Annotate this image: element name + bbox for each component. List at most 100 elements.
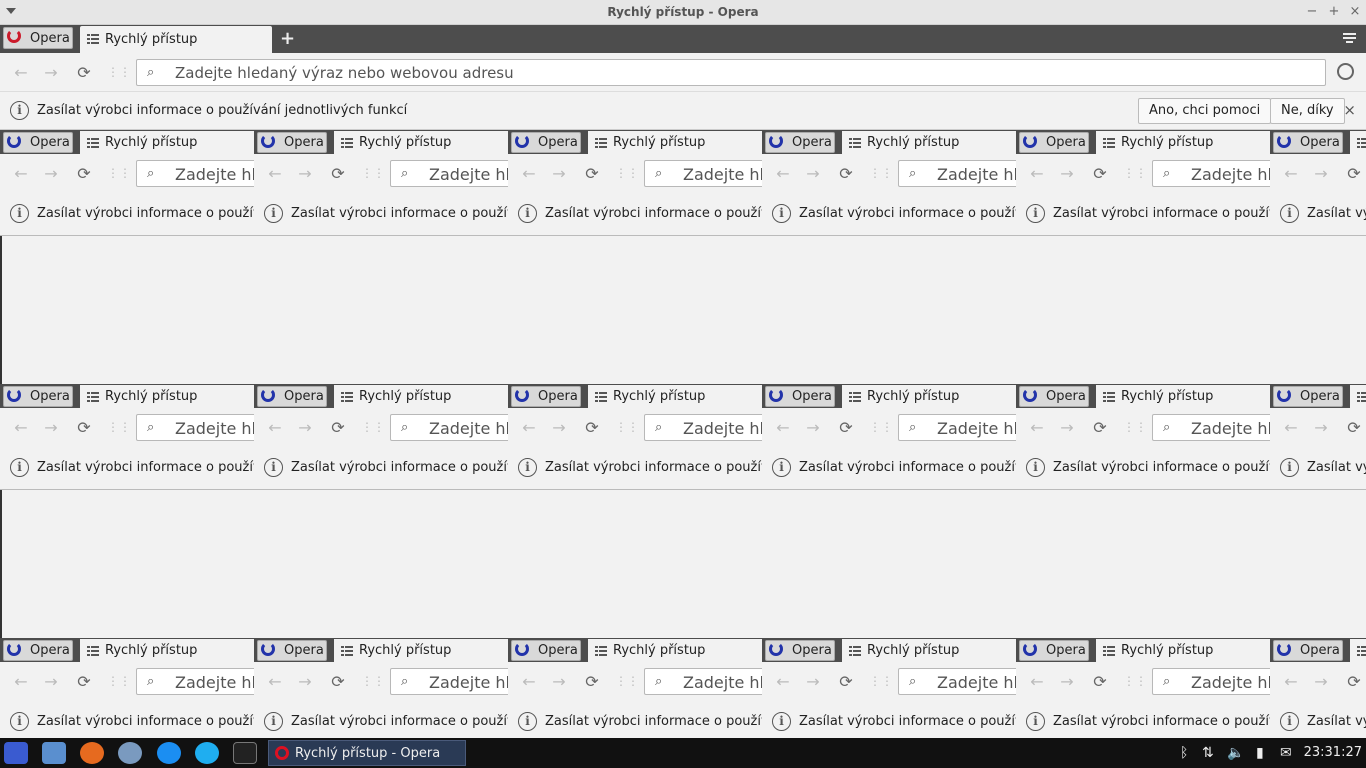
tab-speed-dial[interactable]: Rychlý přístup [1350, 639, 1366, 662]
opera-menu-button[interactable]: Opera [257, 386, 327, 407]
opera-menu-button[interactable]: Opera [511, 132, 581, 153]
accept-button[interactable]: Ano, chci pomoci [1138, 98, 1272, 124]
speed-dial-nav-icon[interactable]: ⋮⋮ [107, 65, 131, 79]
forward-button[interactable]: → [41, 63, 61, 82]
forward-button[interactable]: → [549, 418, 569, 437]
network-icon[interactable]: ⇅ [1202, 745, 1214, 761]
address-bar[interactable]: ⌕ Zadejte hle [136, 668, 254, 695]
back-button[interactable]: ← [1281, 418, 1301, 437]
back-button[interactable]: ← [519, 672, 539, 691]
reload-button[interactable]: ⟳ [1090, 164, 1110, 183]
reload-button[interactable]: ⟳ [836, 672, 856, 691]
reload-button[interactable]: ⟳ [1344, 164, 1364, 183]
opera-menu-button[interactable]: Opera [1019, 640, 1089, 661]
speed-dial-nav-icon[interactable]: ⋮⋮ [107, 674, 131, 688]
forward-button[interactable]: → [295, 418, 315, 437]
back-button[interactable]: ← [773, 418, 793, 437]
opera-menu-button[interactable]: Opera [1273, 132, 1343, 153]
reload-button[interactable]: ⟳ [74, 63, 94, 82]
speed-dial-nav-icon[interactable]: ⋮⋮ [1123, 420, 1147, 434]
opera-menu-button[interactable]: Opera [257, 132, 327, 153]
thunderbird-icon[interactable] [118, 742, 142, 764]
tab-speed-dial[interactable]: Rychlý přístup [334, 639, 508, 662]
forward-button[interactable]: → [549, 672, 569, 691]
back-button[interactable]: ← [1281, 164, 1301, 183]
reload-button[interactable]: ⟳ [836, 418, 856, 437]
back-button[interactable]: ← [11, 418, 31, 437]
back-button[interactable]: ← [1027, 672, 1047, 691]
opera-menu-button[interactable]: Opera [511, 640, 581, 661]
tab-speed-dial[interactable]: Rychlý přístup [80, 639, 254, 662]
speed-dial-nav-icon[interactable]: ⋮⋮ [869, 420, 893, 434]
reload-button[interactable]: ⟳ [328, 672, 348, 691]
opera-menu-button[interactable]: Opera [1273, 386, 1343, 407]
back-button[interactable]: ← [265, 164, 285, 183]
reload-button[interactable]: ⟳ [1344, 672, 1364, 691]
battery-icon[interactable]: ▮ [1256, 745, 1264, 761]
account-icon[interactable] [1337, 63, 1354, 80]
address-bar[interactable]: ⌕ Zadejte hle [644, 414, 762, 441]
back-button[interactable]: ← [773, 672, 793, 691]
opera-menu-button[interactable]: Opera [1019, 132, 1089, 153]
address-bar[interactable]: ⌕ Zadejte hle [1152, 668, 1270, 695]
opera-menu-button[interactable]: Opera [765, 132, 835, 153]
forward-button[interactable]: → [1057, 164, 1077, 183]
tab-speed-dial[interactable]: Rychlý přístup [1096, 131, 1270, 154]
close-window-button[interactable]: × [1347, 4, 1363, 19]
tab-speed-dial[interactable]: Rychlý přístup [1096, 639, 1270, 662]
forward-button[interactable]: → [1311, 672, 1331, 691]
back-button[interactable]: ← [1027, 418, 1047, 437]
address-bar[interactable]: ⌕ Zadejte hledaný výraz nebo webovou adr… [136, 59, 1326, 86]
speed-dial-nav-icon[interactable]: ⋮⋮ [869, 166, 893, 180]
maximize-button[interactable]: + [1326, 4, 1342, 19]
speed-dial-nav-icon[interactable]: ⋮⋮ [615, 674, 639, 688]
forward-button[interactable]: → [295, 672, 315, 691]
reload-button[interactable]: ⟳ [1344, 418, 1364, 437]
forward-button[interactable]: → [803, 164, 823, 183]
tab-speed-dial[interactable]: Rychlý přístup [334, 385, 508, 408]
back-button[interactable]: ← [1027, 164, 1047, 183]
speed-dial-nav-icon[interactable]: ⋮⋮ [869, 674, 893, 688]
speed-dial-nav-icon[interactable]: ⋮⋮ [361, 420, 385, 434]
back-button[interactable]: ← [11, 164, 31, 183]
back-button[interactable]: ← [265, 672, 285, 691]
address-bar[interactable]: ⌕ Zadejte hle [898, 668, 1016, 695]
back-button[interactable]: ← [773, 164, 793, 183]
speed-dial-nav-icon[interactable]: ⋮⋮ [361, 166, 385, 180]
reload-button[interactable]: ⟳ [328, 418, 348, 437]
tab-speed-dial[interactable]: Rychlý přístup [588, 639, 762, 662]
close-infobar-icon[interactable]: × [1343, 101, 1356, 119]
back-button[interactable]: ← [519, 418, 539, 437]
forward-button[interactable]: → [1057, 418, 1077, 437]
tab-speed-dial[interactable]: Rychlý přístup [1096, 385, 1270, 408]
reload-button[interactable]: ⟳ [74, 418, 94, 437]
tab-speed-dial[interactable]: Rychlý přístup [80, 385, 254, 408]
address-bar[interactable]: ⌕ Zadejte hle [1152, 414, 1270, 441]
speed-dial-nav-icon[interactable]: ⋮⋮ [107, 166, 131, 180]
address-bar[interactable]: ⌕ Zadejte hle [136, 160, 254, 187]
skype-icon[interactable] [195, 742, 219, 764]
forward-button[interactable]: → [1057, 672, 1077, 691]
mail-icon[interactable]: ✉ [1280, 745, 1292, 761]
address-bar[interactable]: ⌕ Zadejte hle [1152, 160, 1270, 187]
tab-speed-dial[interactable]: Rychlý přístup [588, 131, 762, 154]
bluetooth-icon[interactable]: ᛒ [1180, 745, 1188, 761]
address-bar[interactable]: ⌕ Zadejte hle [898, 160, 1016, 187]
address-bar[interactable]: ⌕ Zadejte hle [136, 414, 254, 441]
reload-button[interactable]: ⟳ [582, 418, 602, 437]
tab-speed-dial[interactable]: Rychlý přístup [842, 385, 1016, 408]
back-button[interactable]: ← [519, 164, 539, 183]
opera-menu-button[interactable]: Opera [3, 640, 73, 661]
reload-button[interactable]: ⟳ [1090, 418, 1110, 437]
reload-button[interactable]: ⟳ [328, 164, 348, 183]
forward-button[interactable]: → [1311, 164, 1331, 183]
tab-menu-icon[interactable] [1343, 33, 1356, 43]
tab-speed-dial[interactable]: Rychlý přístup [842, 639, 1016, 662]
reload-button[interactable]: ⟳ [74, 164, 94, 183]
speed-dial-nav-icon[interactable]: ⋮⋮ [1123, 166, 1147, 180]
address-bar[interactable]: ⌕ Zadejte hle [898, 414, 1016, 441]
address-bar[interactable]: ⌕ Zadejte hle [390, 414, 508, 441]
speed-dial-nav-icon[interactable]: ⋮⋮ [1123, 674, 1147, 688]
reload-button[interactable]: ⟳ [582, 164, 602, 183]
back-button[interactable]: ← [11, 63, 31, 82]
